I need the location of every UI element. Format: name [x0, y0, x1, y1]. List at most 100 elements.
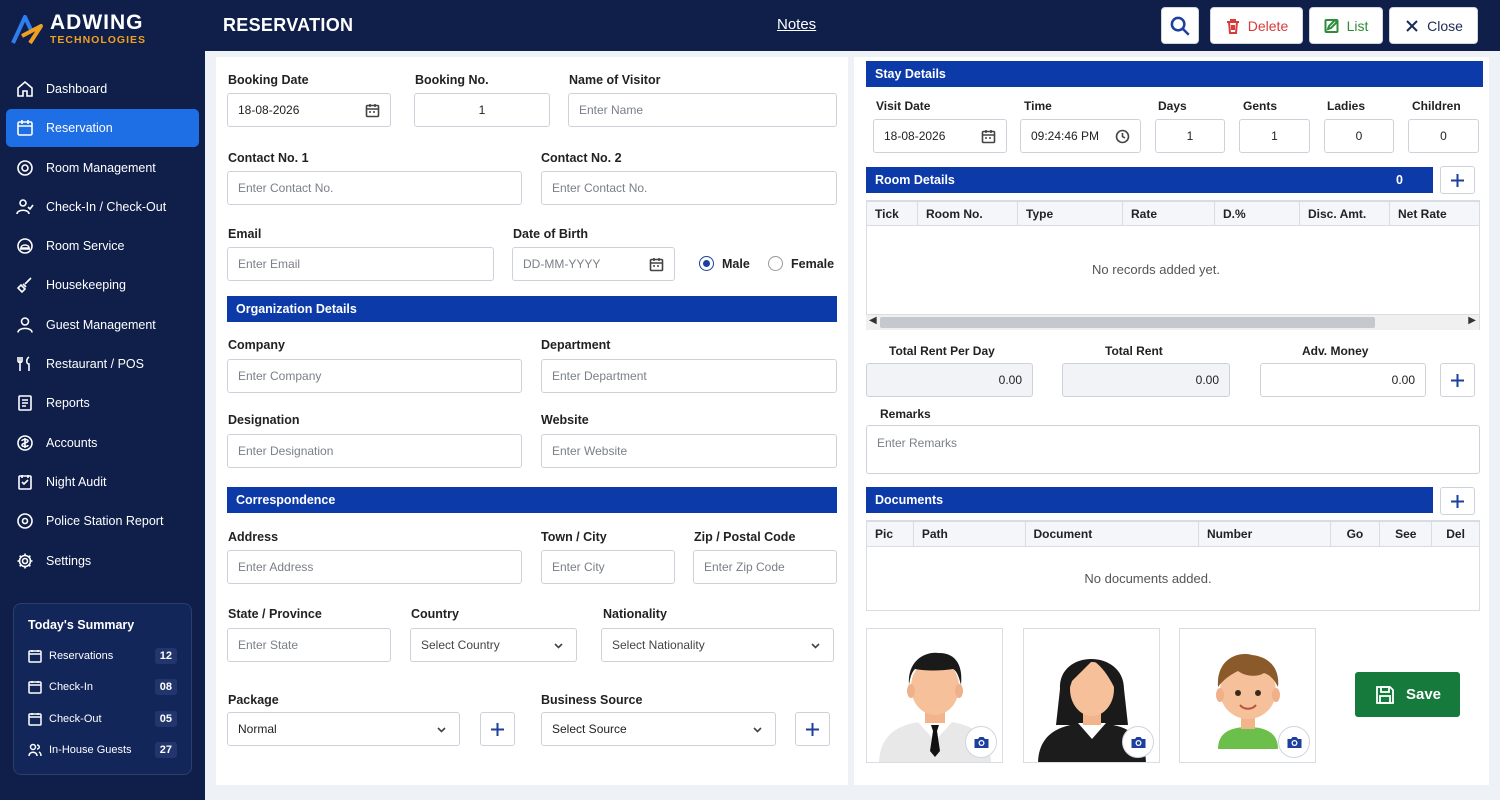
- calendar-icon[interactable]: [365, 103, 380, 118]
- sidebar-item-label: Guest Management: [46, 317, 156, 332]
- contact1-input[interactable]: Enter Contact No.: [227, 171, 522, 205]
- delete-button[interactable]: Delete: [1210, 7, 1303, 44]
- add-advance-button[interactable]: [1440, 363, 1475, 397]
- guest-photo-male: [866, 628, 1003, 763]
- sidebar-item-reservation[interactable]: Reservation: [6, 109, 199, 148]
- sidebar-item-restaurant-pos[interactable]: Restaurant / POS: [6, 345, 199, 383]
- column-header[interactable]: Rate: [1123, 202, 1215, 225]
- column-header[interactable]: D.%: [1215, 202, 1300, 225]
- days-input[interactable]: 1: [1155, 119, 1225, 153]
- adv-money-input[interactable]: 0.00: [1260, 363, 1426, 397]
- column-header[interactable]: Disc. Amt.: [1300, 202, 1390, 225]
- radio-unselected-icon: [768, 256, 783, 271]
- dob-field[interactable]: DD-MM-YYYY: [512, 247, 675, 281]
- scroll-right-icon[interactable]: ▶: [1468, 315, 1476, 326]
- zip-input[interactable]: Enter Zip Code: [693, 550, 837, 584]
- contact2-input[interactable]: Enter Contact No.: [541, 171, 837, 205]
- room-table-scrollbar[interactable]: ◀ ▶: [866, 314, 1479, 330]
- gender-male-radio[interactable]: Male: [699, 256, 750, 271]
- department-input[interactable]: Enter Department: [541, 359, 837, 393]
- calendar-icon: [16, 119, 34, 137]
- sidebar-item-settings[interactable]: Settings: [6, 542, 199, 580]
- column-header[interactable]: Tick: [867, 202, 918, 225]
- summary-count: 12: [154, 647, 177, 664]
- column-header[interactable]: Pic: [867, 522, 914, 546]
- guest-photo-child: [1179, 628, 1316, 763]
- remarks-input[interactable]: Enter Remarks: [866, 425, 1480, 474]
- company-input[interactable]: Enter Company: [227, 359, 522, 393]
- sidebar-item-police-station-report[interactable]: Police Station Report: [6, 502, 199, 540]
- notes-link[interactable]: Notes: [777, 16, 816, 33]
- sidebar-item-room-management[interactable]: Room Management: [6, 149, 199, 187]
- sidebar-item-night-audit[interactable]: Night Audit: [6, 463, 199, 501]
- search-button[interactable]: [1161, 7, 1199, 44]
- column-header[interactable]: Go: [1331, 522, 1381, 546]
- column-header[interactable]: Del: [1432, 522, 1479, 546]
- booking-no-field[interactable]: 1: [414, 93, 550, 127]
- column-header[interactable]: Type: [1018, 202, 1123, 225]
- column-header[interactable]: See: [1380, 522, 1433, 546]
- gents-input[interactable]: 1: [1239, 119, 1310, 153]
- state-input[interactable]: Enter State: [227, 628, 391, 662]
- booking-date-field[interactable]: 18-08-2026: [227, 93, 391, 127]
- clock-icon[interactable]: [1115, 129, 1130, 144]
- brand-logo[interactable]: ADWING TECHNOLOGIES: [10, 12, 146, 46]
- add-document-button[interactable]: [1440, 487, 1475, 515]
- upload-photo-button[interactable]: [1278, 726, 1310, 758]
- sidebar-item-dashboard[interactable]: Dashboard: [6, 70, 199, 108]
- calendar-icon[interactable]: [981, 129, 996, 144]
- package-select[interactable]: Normal: [227, 712, 460, 746]
- calendar-icon: [28, 649, 42, 663]
- visit-date-field[interactable]: 18-08-2026: [873, 119, 1007, 153]
- summary-row-in-house-guests[interactable]: In-House Guests 27: [28, 735, 177, 767]
- country-select[interactable]: Select Country: [410, 628, 577, 662]
- summary-row-check-in[interactable]: Check-In 08: [28, 672, 177, 704]
- sidebar-item-guest-management[interactable]: Guest Management: [6, 306, 199, 344]
- address-input[interactable]: Enter Address: [227, 550, 522, 584]
- column-header[interactable]: Room No.: [918, 202, 1018, 225]
- plus-icon: [1451, 494, 1464, 508]
- ladies-label: Ladies: [1327, 99, 1366, 113]
- city-input[interactable]: Enter City: [541, 550, 675, 584]
- column-header[interactable]: Number: [1199, 522, 1331, 546]
- scroll-left-icon[interactable]: ◀: [869, 315, 877, 326]
- save-button[interactable]: Save: [1355, 672, 1460, 717]
- designation-input[interactable]: Enter Designation: [227, 434, 522, 468]
- upload-photo-button[interactable]: [965, 726, 997, 758]
- time-field[interactable]: 09:24:46 PM: [1020, 119, 1141, 153]
- calendar-icon: [28, 680, 42, 694]
- close-button[interactable]: Close: [1389, 7, 1478, 44]
- sidebar-item-room-service[interactable]: Room Service: [6, 227, 199, 265]
- ladies-input[interactable]: 0: [1324, 119, 1394, 153]
- chevron-down-icon: [750, 722, 765, 737]
- column-header[interactable]: Document: [1026, 522, 1199, 546]
- add-room-button[interactable]: [1440, 166, 1475, 194]
- designation-label: Designation: [228, 413, 300, 427]
- column-header[interactable]: Net Rate: [1390, 202, 1479, 225]
- sidebar-item-check-in-out[interactable]: Check-In / Check-Out: [6, 188, 199, 226]
- sidebar-item-accounts[interactable]: Accounts: [6, 424, 199, 462]
- visitor-name-input[interactable]: Enter Name: [568, 93, 837, 127]
- room-table-header: Tick Room No. Type Rate D.% Disc. Amt. N…: [866, 201, 1480, 226]
- list-button[interactable]: List: [1309, 7, 1383, 44]
- website-input[interactable]: Enter Website: [541, 434, 837, 468]
- sidebar-item-housekeeping[interactable]: Housekeeping: [6, 266, 199, 304]
- business-source-select[interactable]: Select Source: [541, 712, 776, 746]
- camera-icon: [974, 736, 988, 748]
- calendar-icon[interactable]: [649, 257, 664, 272]
- camera-icon: [1287, 736, 1301, 748]
- upload-photo-button[interactable]: [1122, 726, 1154, 758]
- add-source-button[interactable]: [795, 712, 830, 746]
- rent-per-day-label: Total Rent Per Day: [889, 344, 995, 358]
- summary-row-check-out[interactable]: Check-Out 05: [28, 703, 177, 735]
- gender-female-radio[interactable]: Female: [768, 256, 834, 271]
- column-header[interactable]: Path: [914, 522, 1026, 546]
- add-package-button[interactable]: [480, 712, 515, 746]
- scrollbar-thumb[interactable]: [880, 317, 1375, 328]
- nationality-select[interactable]: Select Nationality: [601, 628, 834, 662]
- sidebar-item-reports[interactable]: Reports: [6, 384, 199, 422]
- sidebar: ADWING TECHNOLOGIES Dashboard Reservatio…: [0, 0, 205, 800]
- summary-row-reservations[interactable]: Reservations 12: [28, 640, 177, 672]
- email-input[interactable]: Enter Email: [227, 247, 494, 281]
- children-input[interactable]: 0: [1408, 119, 1479, 153]
